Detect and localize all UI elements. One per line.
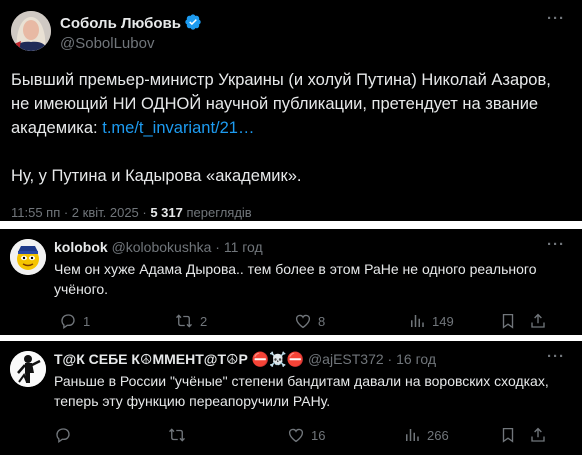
repost-icon <box>176 314 192 328</box>
bookmark-icon <box>502 427 514 443</box>
reply-button[interactable] <box>54 426 78 444</box>
views-icon <box>406 429 419 441</box>
repost-button[interactable] <box>167 426 193 444</box>
author-name[interactable]: Соболь Любовь <box>60 13 202 35</box>
share-icon <box>531 427 545 442</box>
reply-icon <box>61 314 75 330</box>
author-handle[interactable]: @kolobokushka · 11 год <box>112 239 263 255</box>
like-button[interactable]: 16 <box>287 426 325 444</box>
repost-icon <box>169 428 185 442</box>
post-link[interactable]: t.me/t_invariant/21… <box>102 119 254 137</box>
reply-text: Чем он хуже Адама Дырова.. тем более в э… <box>54 259 574 299</box>
like-icon <box>295 314 311 329</box>
post-meta: 11:55 пп · 2 квіт. 2025 · 5 317 перегляд… <box>11 205 252 220</box>
more-icon[interactable]: ··· <box>547 10 565 27</box>
views-icon <box>411 315 424 327</box>
bookmark-icon <box>502 313 514 329</box>
views-count: 5 317 <box>150 205 183 220</box>
share-button[interactable] <box>529 426 553 444</box>
reply-text-line: теперь эту функцию переапоручили РАНу. <box>54 393 331 409</box>
author-handle[interactable]: @SobolLubov <box>60 35 154 52</box>
like-count: 8 <box>318 313 326 329</box>
reply-text-line: Раньше в России "учёные" степени бандита… <box>54 373 549 389</box>
author-name-text: Соболь Любовь <box>60 15 181 32</box>
views-count: 266 <box>427 427 449 443</box>
views-count: 149 <box>432 313 454 329</box>
post-text-line: Бывший премьер-министр Украины (и холуй … <box>11 71 551 89</box>
main-post: Соболь Любовь @SobolLubov ··· Бывший пре… <box>0 0 582 221</box>
bookmark-button[interactable] <box>499 426 523 444</box>
author-name-text: Т@К СЕБЕ К☮ММЕНТ@Т☮Р ⛔☠️⛔ <box>54 351 305 367</box>
post-text-line: Ну, у Путина и Кадырова «академик». <box>11 167 302 185</box>
post-text-line: академика: t.me/t_invariant/21… <box>11 116 573 140</box>
more-icon[interactable]: ··· <box>547 236 565 253</box>
like-count: 16 <box>311 427 326 443</box>
thread-page: Соболь Любовь @SobolLubov ··· Бывший пре… <box>0 0 582 455</box>
like-icon <box>288 428 304 443</box>
share-button[interactable] <box>529 312 553 330</box>
share-icon <box>531 313 545 328</box>
reply-icon <box>56 428 70 444</box>
action-bar: 16 266 <box>54 426 574 446</box>
reply-post: kolobok @kolobokushka · 11 год ··· Чем о… <box>0 229 582 335</box>
reply-count: 1 <box>83 313 91 329</box>
author-name[interactable]: Т@К СЕБЕ К☮ММЕНТ@Т☮Р ⛔☠️⛔ @ajEST372 · 16… <box>54 351 436 368</box>
reply-text: Раньше в России "учёные" степени бандита… <box>54 371 574 411</box>
verified-badge-icon <box>184 13 202 35</box>
views-button[interactable]: 149 <box>408 312 454 330</box>
reply-button[interactable]: 1 <box>59 312 90 330</box>
repost-count: 2 <box>200 313 208 329</box>
author-name-text: kolobok <box>54 239 108 255</box>
views-button[interactable]: 266 <box>403 426 449 444</box>
more-icon[interactable]: ··· <box>547 348 565 365</box>
post-text-prefix: академика: <box>11 119 103 137</box>
reply-text-line: Чем он хуже Адама Дырова.. тем более в э… <box>54 261 537 277</box>
author-name[interactable]: kolobok @kolobokushka · 11 год <box>54 239 263 255</box>
avatar[interactable] <box>10 351 46 387</box>
action-bar: 1 2 8 149 <box>54 312 574 332</box>
like-button[interactable]: 8 <box>294 312 325 330</box>
repost-button[interactable]: 2 <box>174 312 207 330</box>
views-label: переглядів <box>186 205 252 220</box>
bookmark-button[interactable] <box>499 312 523 330</box>
avatar[interactable] <box>10 239 46 275</box>
avatar[interactable] <box>11 11 51 51</box>
post-text-line: не имеющий НИ ОДНОЙ научной публикации, … <box>11 95 539 113</box>
post-text: Бывший премьер-министр Украины (и холуй … <box>11 68 573 188</box>
reply-post: Т@К СЕБЕ К☮ММЕНТ@Т☮Р ⛔☠️⛔ @ajEST372 · 16… <box>0 341 582 455</box>
post-timestamp[interactable]: 11:55 пп · 2 квіт. 2025 · <box>11 205 150 220</box>
author-handle[interactable]: @ajEST372 · 16 год <box>308 351 436 367</box>
reply-text-line: учёного. <box>54 281 109 297</box>
